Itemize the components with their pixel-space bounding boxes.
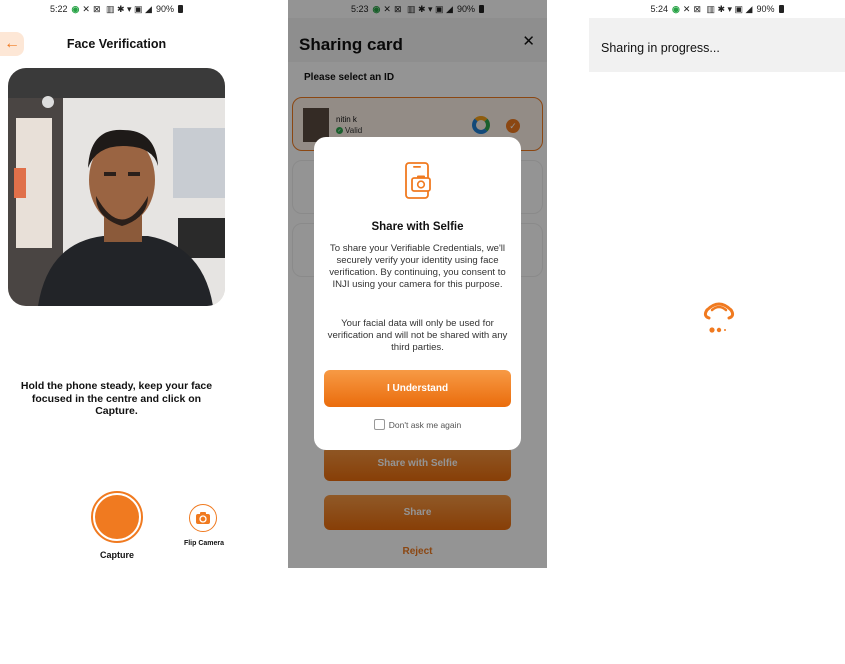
status-bar: 5:24 ◉ ✕ ⊠ ▥ ✱ ▾ ▣ ◢ 90%	[589, 0, 845, 18]
status-time: 5:22	[50, 4, 68, 14]
status-bar: 5:22 ◉ ✕ ⊠ ▥ ✱ ▾ ▣ ◢ 90%	[0, 0, 233, 18]
battery-level: 90%	[756, 4, 775, 14]
inji-loader-icon	[703, 302, 735, 333]
share-with-selfie-dialog: Share with Selfie To share your Verifiab…	[314, 137, 521, 450]
battery-icon	[178, 5, 183, 13]
page-title: Face Verification	[66, 37, 167, 51]
capture-button[interactable]	[91, 491, 143, 543]
flip-camera-icon	[196, 512, 210, 524]
sharing-progress-screen: 5:24 ◉ ✕ ⊠ ▥ ✱ ▾ ▣ ◢ 90% Sharing in progre…	[589, 0, 845, 568]
status-time: 5:24	[650, 4, 669, 14]
flip-camera-button[interactable]	[189, 504, 217, 532]
dont-ask-checkbox[interactable]	[373, 419, 385, 430]
camera-preview	[8, 68, 225, 306]
header: ← Face Verification	[0, 30, 233, 58]
dialog-privacy-note: Your facial data will only be used for v…	[327, 318, 508, 353]
camera-feed-image	[8, 68, 225, 306]
page-title: Sharing in progress...	[601, 41, 720, 55]
battery-icon	[778, 5, 784, 13]
sharing-card-screen: 5:23 ◉ ✕ ⊠ ▥ ✱ ▾ ▣ ◢ 90% Sharing card ✕ Pl…	[288, 0, 547, 568]
status-icons: ◉ ✕ ⊠ ▥ ✱ ▾ ▣ ◢	[71, 3, 152, 14]
dont-ask-label: Don't ask me again	[388, 419, 462, 430]
face-verification-screen: 5:22 ◉ ✕ ⊠ ▥ ✱ ▾ ▣ ◢ 90% ← Face Verificati…	[0, 0, 233, 568]
instruction-text: Hold the phone steady, keep your face fo…	[20, 380, 213, 417]
dialog-body: To share your Verifiable Credentials, we…	[329, 243, 506, 290]
capture-label: Capture	[99, 550, 134, 560]
status-icons: ◉ ✕ ⊠ ▥ ✱ ▾ ▣ ◢	[672, 3, 753, 14]
dialog-title: Share with Selfie	[371, 221, 464, 233]
header: Sharing in progress...	[589, 18, 845, 72]
battery-level: 90%	[155, 4, 174, 14]
i-understand-button[interactable]: I Understand	[324, 370, 511, 407]
flip-camera-label: Flip Camera	[183, 540, 225, 547]
dont-ask-again-option[interactable]: Don't ask me again	[314, 419, 521, 430]
phone-camera-icon	[405, 162, 431, 199]
